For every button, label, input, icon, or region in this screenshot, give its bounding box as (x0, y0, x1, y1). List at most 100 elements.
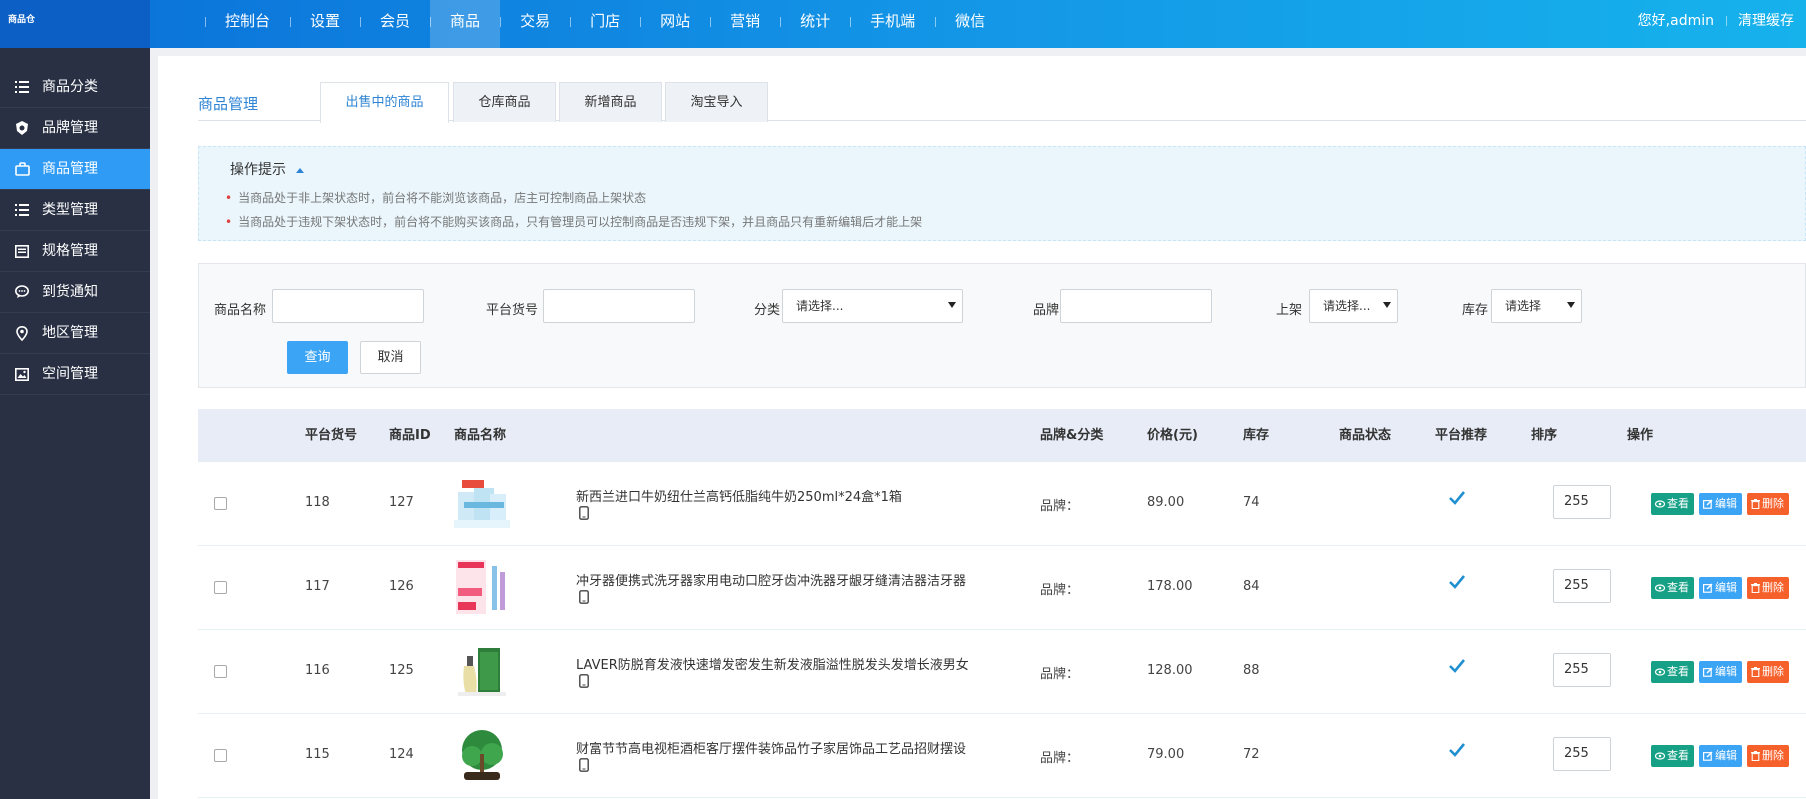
tab-on-sale[interactable]: 出售中的商品 (320, 82, 449, 123)
sidebar-item-arrival[interactable]: 到货通知 (0, 272, 150, 313)
top-nav-goods[interactable]: 商品 (430, 0, 501, 48)
col-name: 商品名称 (454, 428, 507, 443)
bullet-icon: • (225, 191, 233, 205)
edit-button[interactable]: 编辑 (1699, 745, 1742, 767)
table-row: 118 127 新西兰进口牛奶纽仕兰高钙低脂纯牛奶250ml*24盒*1箱 品牌… (198, 462, 1806, 546)
row-stock: 72 (1243, 747, 1260, 762)
edit-button[interactable]: 编辑 (1699, 493, 1742, 515)
top-nav-mobile[interactable]: 手机端 (850, 0, 935, 48)
logo[interactable]: 商品仓 (0, 0, 150, 48)
top-nav-trade[interactable]: 交易 (500, 0, 570, 48)
stock-select-value: 请选择 (1505, 299, 1542, 313)
top-nav-members[interactable]: 会员 (360, 0, 430, 48)
mobile-icon (579, 590, 589, 604)
tip-line: • 当商品处于非上架状态时，前台将不能浏览该商品，店主可控制商品上架状态 (225, 191, 647, 205)
top-nav-website[interactable]: 网站 (640, 0, 710, 48)
row-id: 125 (389, 663, 414, 678)
eye-icon (1655, 584, 1665, 592)
product-name-link[interactable]: LAVER防脱育发液快速增发密发生新发液脂溢性脱发头发增长液男女 (576, 654, 969, 673)
top-nav-store[interactable]: 门店 (570, 0, 640, 48)
product-thumbnail[interactable] (454, 558, 510, 616)
check-icon[interactable] (1448, 658, 1466, 674)
view-button[interactable]: 查看 (1651, 745, 1694, 767)
product-thumbnail[interactable] (454, 474, 510, 532)
tab-warehouse[interactable]: 仓库商品 (453, 82, 556, 122)
row-sku: 116 (305, 663, 330, 678)
row-checkbox[interactable] (214, 665, 227, 678)
sku-input[interactable] (543, 289, 695, 323)
tips-toggle[interactable]: 操作提示 (230, 159, 304, 179)
sidebar-item-region[interactable]: 地区管理 (0, 313, 150, 354)
product-name-link[interactable]: 冲牙器便携式洗牙器家用电动口腔牙齿冲洗器牙龈牙缝清洁器洁牙器 (576, 570, 966, 589)
sidebar-item-type[interactable]: 类型管理 (0, 190, 150, 231)
delete-button[interactable]: 删除 (1747, 493, 1789, 515)
sort-input[interactable]: 255 (1553, 485, 1611, 519)
product-name-link[interactable]: 财富节节高电视柜酒柜客厅摆件装饰品竹子家居饰品工艺品招财摆设 (576, 738, 966, 757)
row-price: 89.00 (1147, 495, 1185, 510)
logo-text: 商品仓 (8, 15, 36, 25)
top-nav-dashboard[interactable]: 控制台 (205, 0, 290, 48)
top-nav-marketing[interactable]: 营销 (710, 0, 780, 48)
sort-input[interactable]: 255 (1553, 737, 1611, 771)
cancel-button[interactable]: 取消 (360, 341, 421, 374)
caret-up-icon (296, 167, 304, 173)
sidebar: 商品分类 品牌管理 商品管理 类型管理 规格管理 到货通知 地区管理 空间管理 (0, 48, 150, 799)
top-nav-settings[interactable]: 设置 (290, 0, 360, 48)
chevron-down-icon (948, 302, 956, 308)
tab-taobao-import[interactable]: 淘宝导入 (665, 82, 768, 122)
product-thumbnail[interactable] (454, 642, 510, 700)
row-stock: 88 (1243, 663, 1260, 678)
edit-button[interactable]: 编辑 (1699, 661, 1742, 683)
delete-button[interactable]: 删除 (1747, 661, 1789, 683)
tip-line: • 当商品处于违规下架状态时，前台将不能购买该商品，只有管理员可以控制商品是否违规… (225, 215, 923, 229)
sidebar-item-brand[interactable]: 品牌管理 (0, 108, 150, 149)
tab-add-goods[interactable]: 新增商品 (559, 82, 662, 122)
row-checkbox[interactable] (214, 497, 227, 510)
table-row: 116 125 LAVER防脱育发液快速增发密发生新发液脂溢性脱发头发增长液男女… (198, 630, 1806, 714)
product-thumbnail[interactable] (454, 726, 510, 784)
col-recommend: 平台推荐 (1435, 428, 1488, 443)
delete-button[interactable]: 删除 (1747, 745, 1789, 767)
sidebar-item-label: 商品管理 (42, 160, 98, 177)
row-checkbox[interactable] (214, 749, 227, 762)
table-row: 117 126 冲牙器便携式洗牙器家用电动口腔牙齿冲洗器牙龈牙缝清洁器洁牙器 品… (198, 546, 1806, 630)
list-icon (14, 202, 30, 218)
bag-icon (14, 161, 30, 177)
check-icon[interactable] (1448, 574, 1466, 590)
shelf-label: 上架 (1276, 303, 1303, 318)
product-name-link[interactable]: 新西兰进口牛奶纽仕兰高钙低脂纯牛奶250ml*24盒*1箱 (576, 486, 902, 505)
category-select[interactable]: 请选择... (782, 289, 963, 323)
top-nav-stats[interactable]: 统计 (780, 0, 850, 48)
clear-cache-link[interactable]: 清理缓存 (1726, 0, 1806, 48)
col-sort: 排序 (1531, 428, 1558, 443)
sidebar-item-goods[interactable]: 商品管理 (0, 149, 150, 190)
sort-input[interactable]: 255 (1553, 569, 1611, 603)
check-icon[interactable] (1448, 742, 1466, 758)
list-icon (14, 79, 30, 95)
sidebar-item-space[interactable]: 空间管理 (0, 354, 150, 395)
top-nav-wechat[interactable]: 微信 (935, 0, 1005, 48)
row-brand: 品牌： (1040, 499, 1080, 514)
row-checkbox[interactable] (214, 581, 227, 594)
check-icon[interactable] (1448, 490, 1466, 506)
delete-button[interactable]: 删除 (1747, 577, 1789, 599)
tab-bar: 商品管理 出售中的商品 仓库商品 新增商品 淘宝导入 (198, 56, 1806, 123)
brand-input[interactable] (1060, 289, 1212, 323)
view-button[interactable]: 查看 (1651, 661, 1694, 683)
page-title: 商品管理 (198, 95, 259, 113)
view-button[interactable]: 查看 (1651, 493, 1694, 515)
sort-input[interactable]: 255 (1553, 653, 1611, 687)
greeting-link[interactable]: 您好,admin (1626, 0, 1726, 48)
goods-name-input[interactable] (272, 289, 424, 323)
sidebar-item-category[interactable]: 商品分类 (0, 67, 150, 108)
edit-button[interactable]: 编辑 (1699, 577, 1742, 599)
shelf-select[interactable]: 请选择... (1309, 289, 1398, 323)
row-sku: 115 (305, 747, 330, 762)
view-button[interactable]: 查看 (1651, 577, 1694, 599)
row-sku: 117 (305, 579, 330, 594)
row-actions: 查看 编辑 删除 (1651, 493, 1794, 515)
query-button[interactable]: 查询 (287, 341, 348, 374)
row-id: 127 (389, 495, 414, 510)
stock-select[interactable]: 请选择 (1491, 289, 1582, 323)
sidebar-item-spec[interactable]: 规格管理 (0, 231, 150, 272)
